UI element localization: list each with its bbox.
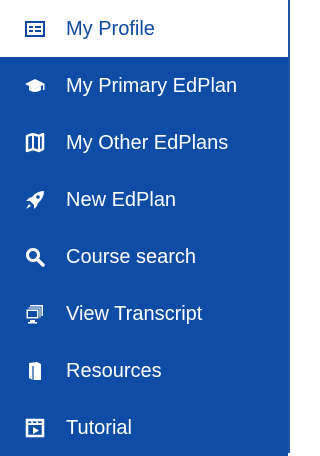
menu-item-label: Tutorial	[66, 416, 132, 439]
search-icon	[24, 246, 46, 268]
menu-item-label: Course search	[66, 245, 197, 268]
book-icon	[24, 360, 46, 382]
menu-item-label: New EdPlan	[66, 188, 177, 211]
menu-item-view-transcript[interactable]: View Transcript	[0, 285, 288, 342]
graduation-cap-icon	[24, 75, 46, 97]
id-card-icon	[24, 18, 46, 40]
menu-item-my-profile[interactable]: My Profile	[0, 0, 288, 57]
menu-item-tutorial[interactable]: Tutorial	[0, 399, 288, 456]
menu-item-label: My Profile	[66, 17, 155, 40]
menu-item-course-search[interactable]: Course search	[0, 228, 288, 285]
menu-item-new-edplan[interactable]: New EdPlan	[0, 171, 288, 228]
menu-item-label: View Transcript	[66, 302, 203, 325]
menu-item-my-other-edplans[interactable]: My Other EdPlans	[0, 114, 288, 171]
sidebar-menu: My Profile My Primary EdPlan My Other Ed…	[0, 0, 290, 456]
video-icon	[24, 417, 46, 439]
rocket-icon	[24, 189, 46, 211]
map-icon	[24, 132, 46, 154]
menu-item-my-primary-edplan[interactable]: My Primary EdPlan	[0, 57, 288, 114]
menu-item-resources[interactable]: Resources	[0, 342, 288, 399]
menu-item-label: Resources	[66, 359, 162, 382]
menu-item-label: My Other EdPlans	[66, 131, 229, 154]
menu-item-label: My Primary EdPlan	[66, 74, 238, 97]
monitor-documents-icon	[24, 303, 46, 325]
